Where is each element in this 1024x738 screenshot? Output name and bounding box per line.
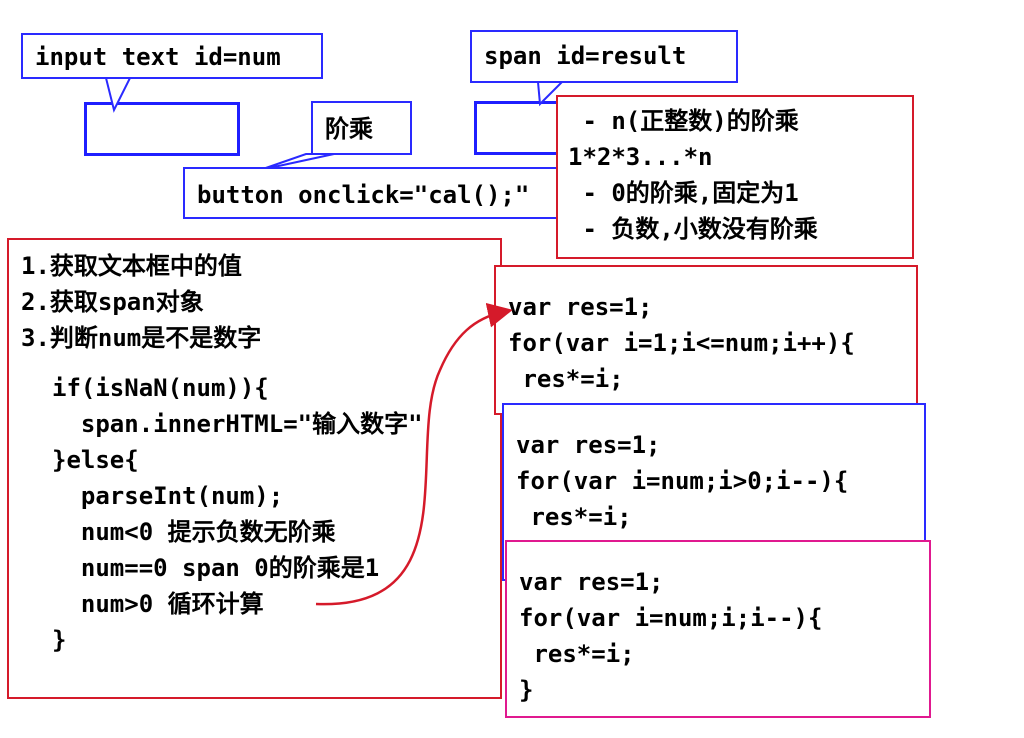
loop-arrow: [315, 302, 513, 606]
